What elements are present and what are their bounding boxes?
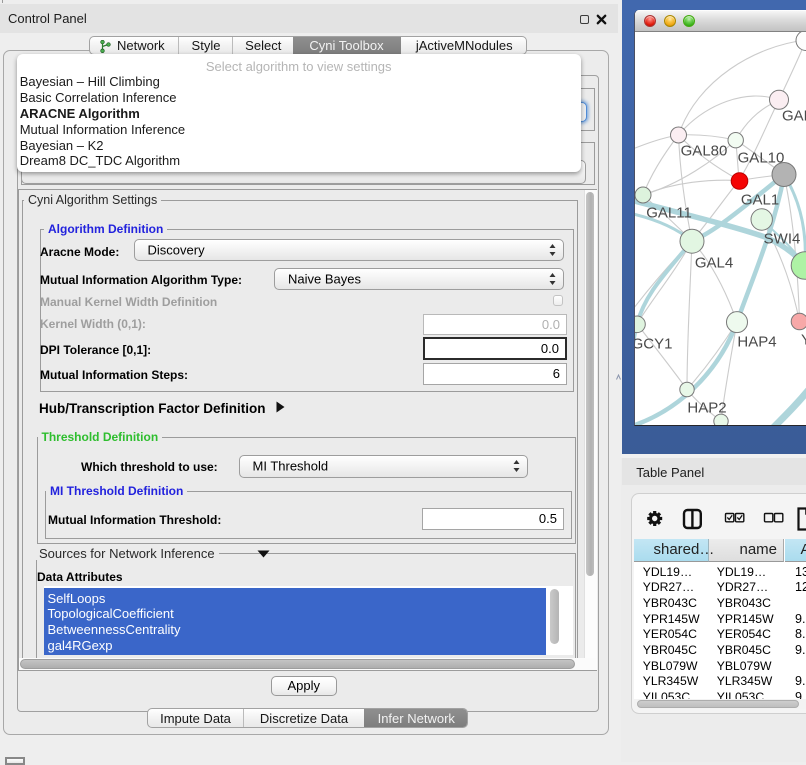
svg-text:GAL7: GAL7 <box>782 107 806 124</box>
svg-text:Y: Y <box>801 331 806 348</box>
svg-text:GCY1: GCY1 <box>635 335 672 352</box>
svg-text:SWI4: SWI4 <box>763 230 800 247</box>
svg-text:HAP2: HAP2 <box>687 399 726 416</box>
svg-text:GAL4: GAL4 <box>694 254 732 271</box>
svg-text:GAL10: GAL10 <box>737 149 784 166</box>
svg-text:GAL1: GAL1 <box>740 191 778 208</box>
svg-text:GAL11: GAL11 <box>646 204 692 221</box>
svg-text:HAP4: HAP4 <box>737 333 776 350</box>
svg-text:GAL80: GAL80 <box>680 142 727 159</box>
